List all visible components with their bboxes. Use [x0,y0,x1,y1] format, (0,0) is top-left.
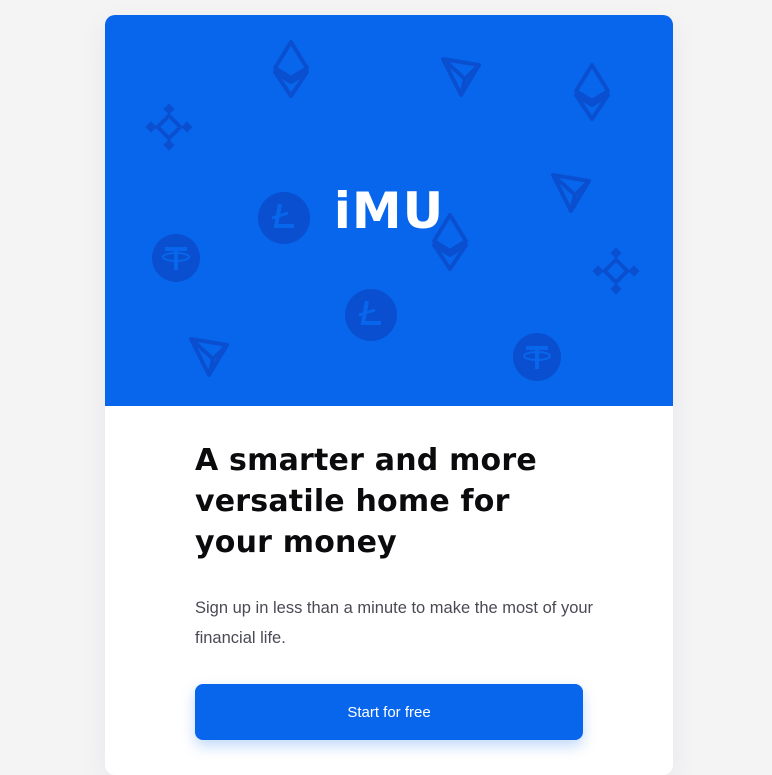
tron-icon [441,57,481,97]
tron-icon [189,337,229,377]
ethereum-icon [574,63,610,121]
litecoin-icon [343,287,399,343]
brand-logo: iMU [333,182,445,240]
start-for-free-button[interactable]: Start for free [195,684,583,740]
subtext: Sign up in less than a minute to make th… [195,599,594,647]
binance-icon [143,101,195,153]
tether-icon [511,331,563,383]
card-body: A smarter and more versatile home for yo… [195,440,595,653]
ethereum-icon [273,40,309,98]
headline: A smarter and more versatile home for yo… [195,443,537,560]
email-card: iMU A smarter and more versatile home fo… [105,15,673,775]
hero-banner: iMU [105,15,673,406]
tether-icon [150,232,202,284]
binance-icon [590,245,642,297]
